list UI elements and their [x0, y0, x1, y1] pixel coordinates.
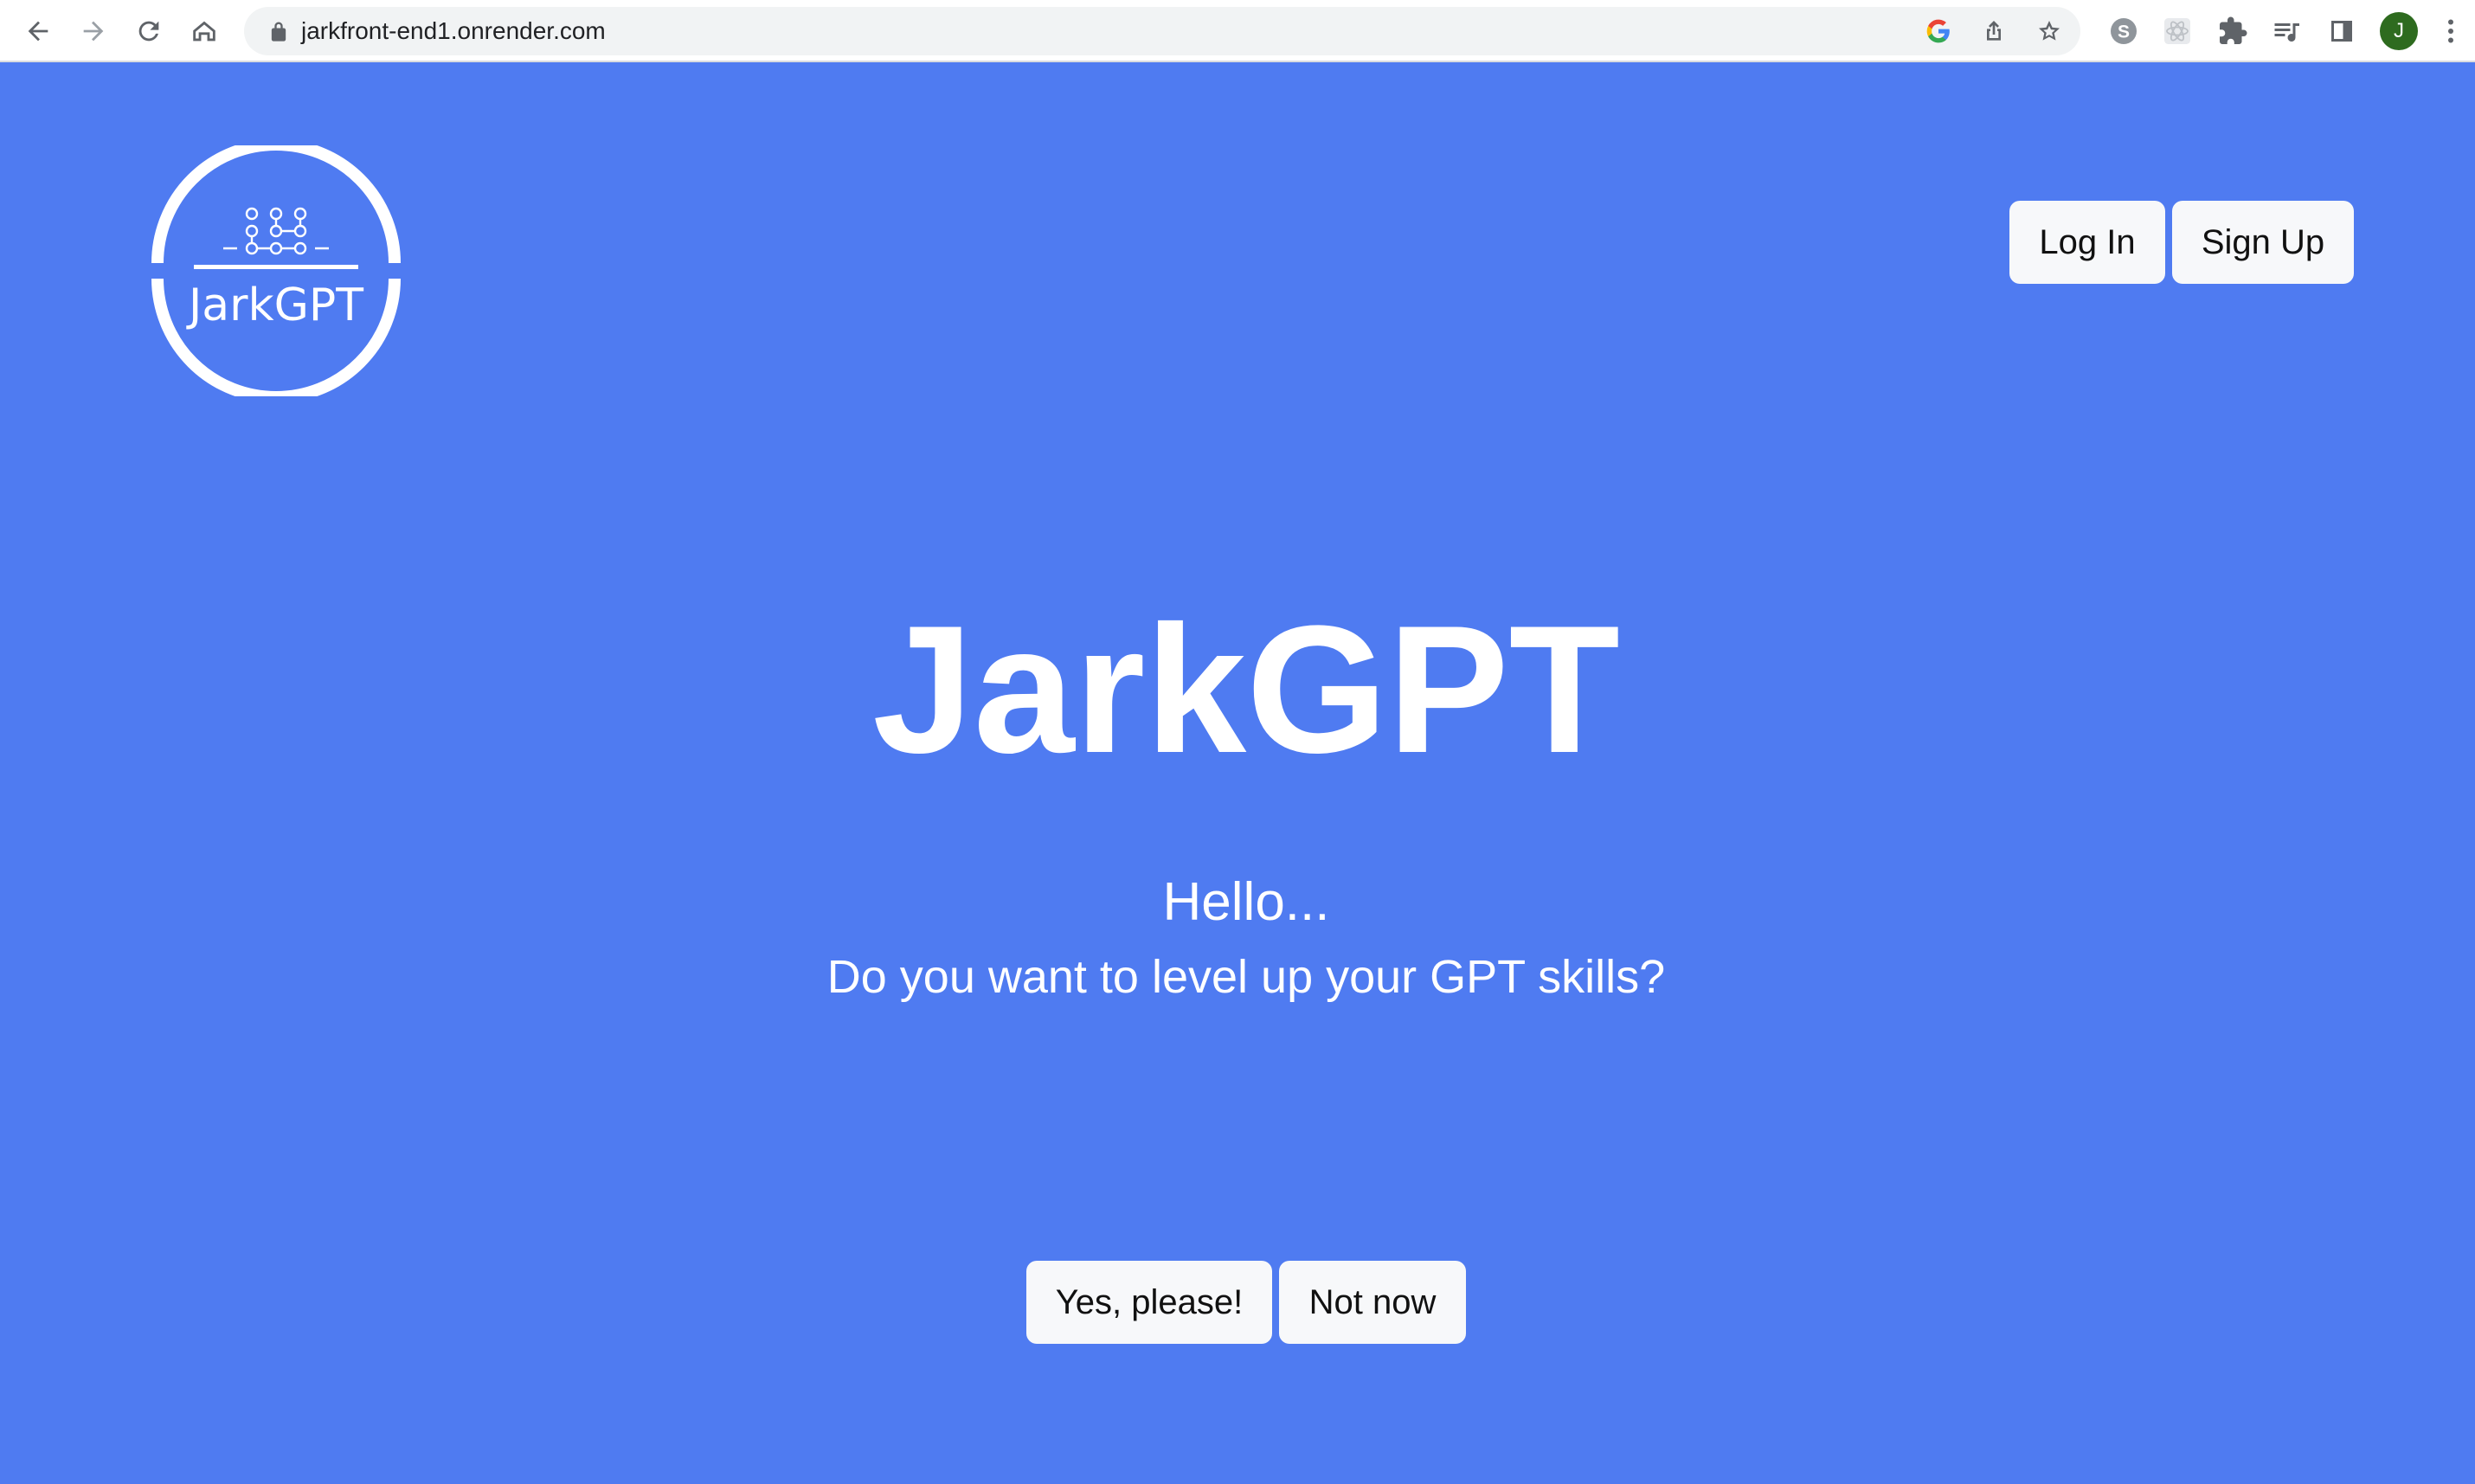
logo-divider: [194, 265, 358, 269]
hero-title: JarkGPT: [872, 588, 1620, 791]
greeting-text: Hello...: [1162, 872, 1330, 932]
lock-icon: [271, 22, 286, 42]
menu-kebab-icon[interactable]: [2435, 16, 2466, 47]
jarkgpt-logo[interactable]: JarkGPT: [151, 145, 402, 396]
google-icon[interactable]: [1925, 17, 1952, 45]
react-extension-icon[interactable]: [2162, 16, 2193, 47]
logo-text: JarkGPT: [186, 279, 363, 331]
yes-button[interactable]: Yes, please!: [1026, 1261, 1272, 1344]
back-button[interactable]: [19, 12, 57, 50]
bookmark-star-icon[interactable]: [2035, 17, 2063, 45]
svg-text:S: S: [2118, 22, 2130, 42]
forward-button[interactable]: [74, 12, 112, 50]
not-now-button[interactable]: Not now: [1279, 1261, 1466, 1344]
skype-extension-icon[interactable]: S: [2108, 16, 2139, 47]
login-button[interactable]: Log In: [2009, 201, 2165, 284]
browser-toolbar: jarkfront-end1.onrender.com S J: [0, 0, 2475, 62]
reload-icon: [138, 21, 159, 42]
logo-ring: [151, 145, 401, 396]
media-queue-icon[interactable]: [2271, 16, 2302, 47]
url-text: jarkfront-end1.onrender.com: [301, 17, 606, 44]
landing-page: JarkGPT Log In Sign Up JarkGPT Hello... …: [0, 62, 2475, 1484]
side-panel-icon[interactable]: [2326, 16, 2357, 47]
forward-icon: [83, 21, 104, 42]
home-icon: [193, 21, 215, 42]
home-button[interactable]: [185, 12, 223, 50]
reload-button[interactable]: [130, 12, 168, 50]
signup-button[interactable]: Sign Up: [2172, 201, 2354, 284]
profile-avatar[interactable]: J: [2380, 12, 2418, 50]
back-icon: [28, 21, 48, 42]
puzzle-extensions-icon[interactable]: [2217, 16, 2248, 47]
share-icon[interactable]: [1980, 17, 2008, 45]
address-bar[interactable]: jarkfront-end1.onrender.com: [244, 7, 2080, 55]
circuit-icon: [223, 207, 329, 255]
question-text: Do you want to level up your GPT skills?: [826, 951, 1666, 1003]
